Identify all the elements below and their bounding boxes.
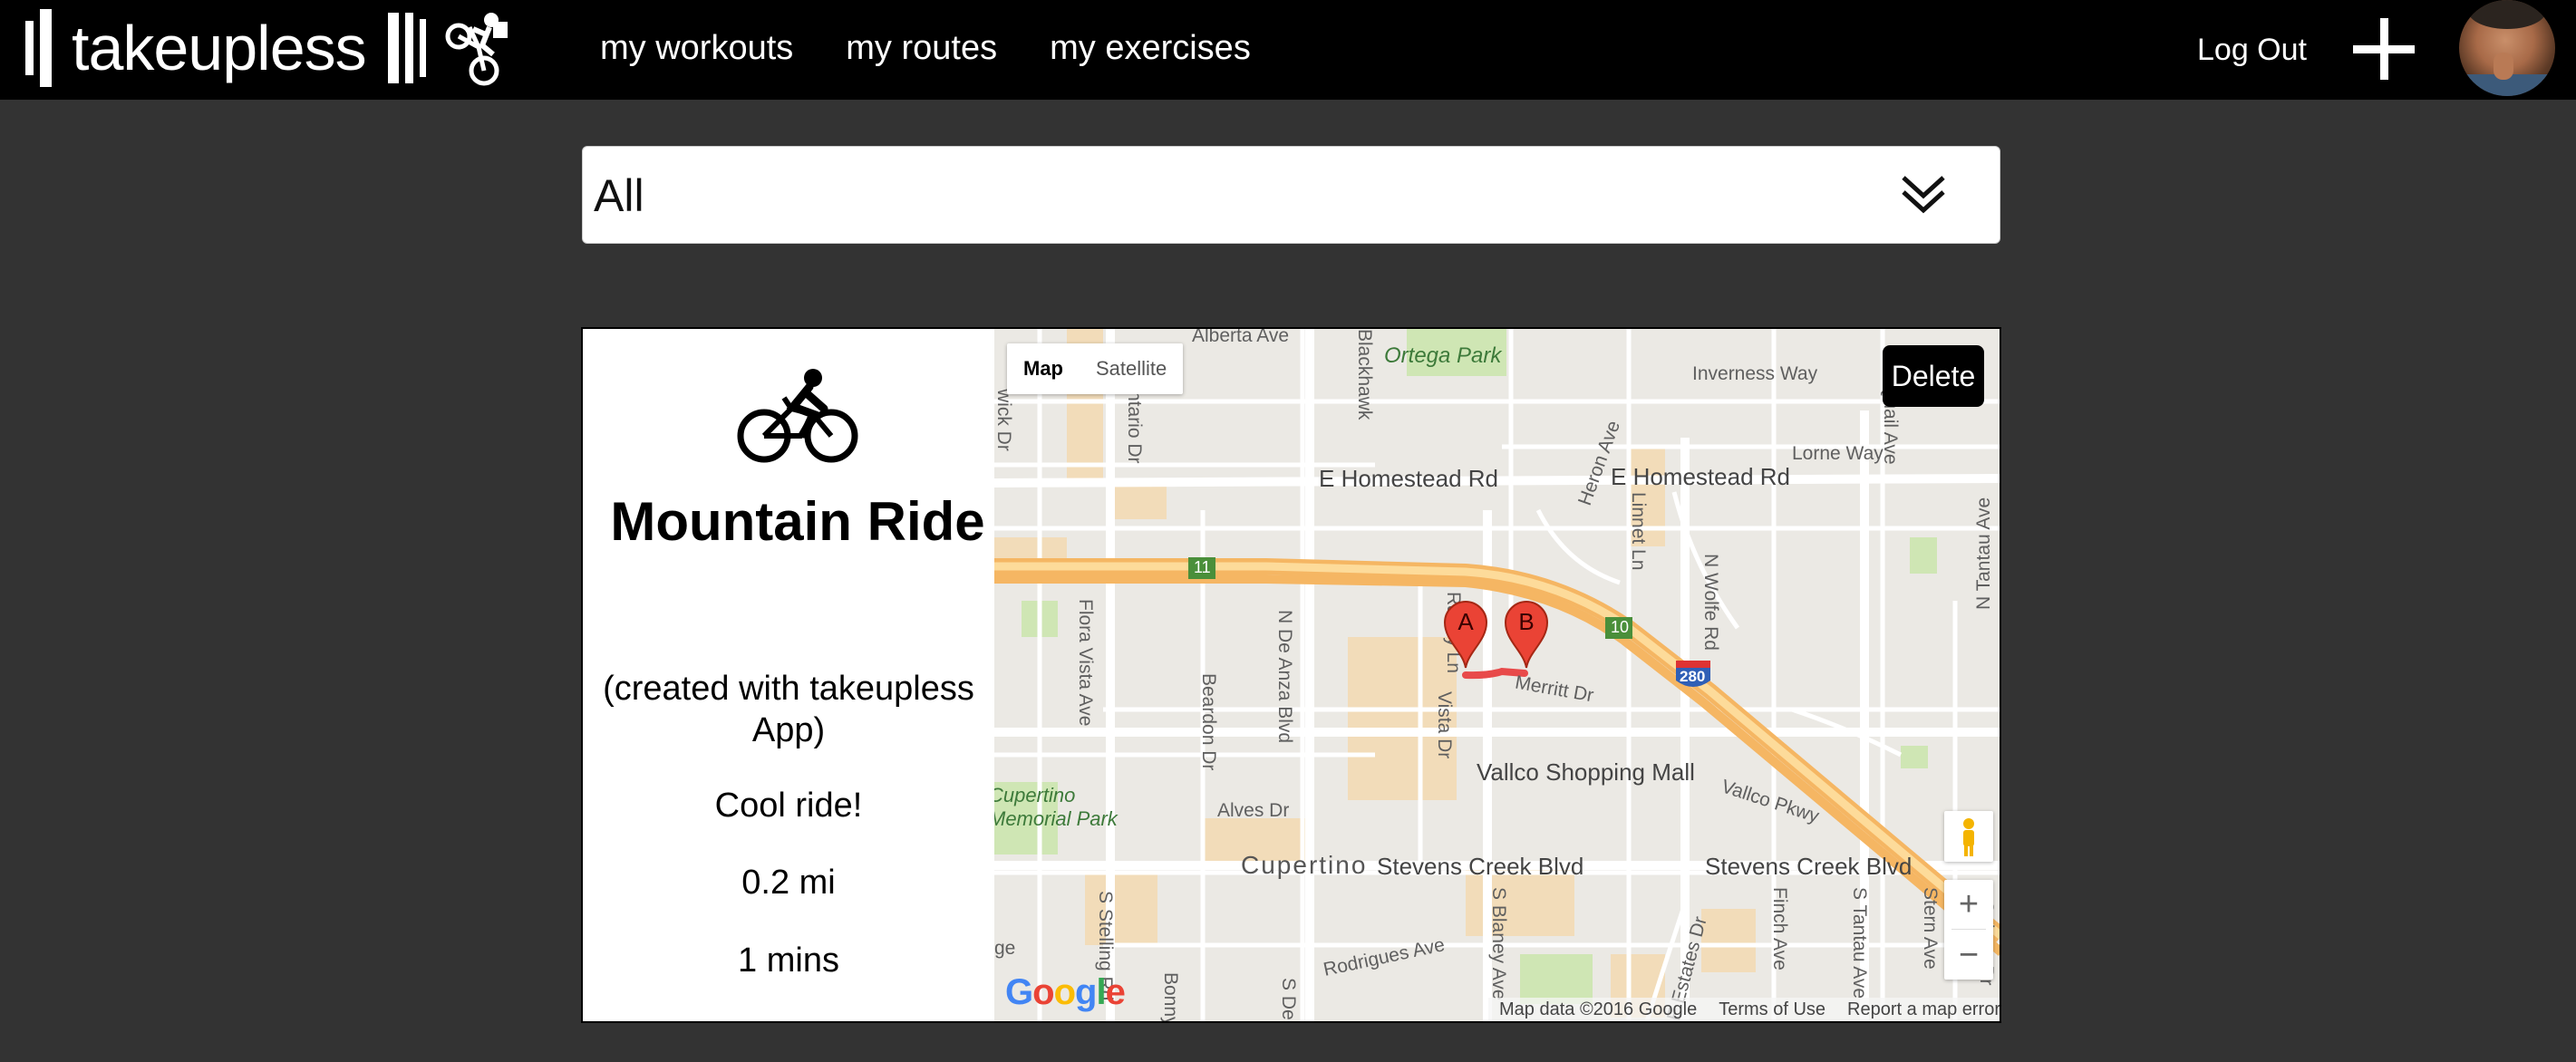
street-label: Finch Ave	[1769, 887, 1790, 970]
logout-link[interactable]: Log Out	[2197, 0, 2307, 100]
mall-label: Vallco Shopping Mall	[1477, 758, 1695, 786]
street-label: N Wolfe Rd	[1700, 554, 1721, 651]
street-label: Vista Dr	[1434, 691, 1455, 759]
map-attribution: Map data ©2016 Google Terms of Use Repor…	[1488, 998, 2000, 1021]
street-label: S Tantau Ave	[1849, 887, 1870, 999]
top-navbar: takeupless my workouts my routes my exer…	[0, 0, 2576, 100]
street-label: Stern Ave	[1920, 887, 1941, 970]
main-nav: my workouts my routes my exercises	[600, 0, 1251, 96]
highway-280-label: 280	[1680, 668, 1706, 685]
double-chevron-down-icon	[1902, 176, 1945, 214]
wheelie-bike-icon	[445, 13, 508, 86]
street-label: Alberta Ave	[1192, 329, 1290, 346]
nav-my-routes[interactable]: my routes	[846, 29, 997, 68]
marker-label: B	[1518, 608, 1535, 635]
street-label: Stevens Creek Blvd	[1377, 853, 1584, 880]
street-label: S Blaney Ave	[1488, 887, 1509, 1000]
workout-filter-select[interactable]: All	[582, 146, 2000, 244]
filter-selected-value: All	[594, 170, 644, 221]
logo-bars-right	[387, 13, 426, 83]
delete-workout-button[interactable]: Delete	[1883, 345, 1984, 407]
zoom-in-icon[interactable]: +	[1944, 880, 1993, 929]
street-label: ge	[994, 938, 1016, 959]
bicycle-icon	[737, 369, 858, 463]
workout-duration: 1 mins	[738, 941, 839, 980]
terms-of-use-link[interactable]: Terms of Use	[1719, 999, 1825, 1020]
route-start-marker[interactable]: A	[1443, 601, 1488, 670]
route-map[interactable]: 11 10 280 Alberta Ave Ortega Park Blackh…	[994, 329, 2000, 1021]
workout-note: Cool ride!	[714, 787, 863, 825]
street-label: ntario Dr	[1124, 391, 1145, 464]
brand-name: takeupless	[72, 13, 367, 83]
map-data-credit: Map data ©2016 Google	[1499, 999, 1698, 1019]
brand-logo[interactable]: takeupless	[25, 7, 511, 89]
street-label: Blackhawk	[1354, 329, 1375, 420]
workout-title: Mountain Ride	[610, 491, 985, 552]
street-label: Bonny	[1160, 972, 1181, 1021]
workout-info-panel: Mountain Ride (created with takeupless A…	[583, 329, 994, 1021]
zoom-out-icon[interactable]: −	[1944, 931, 1993, 980]
street-label: Alves Dr	[1217, 800, 1290, 821]
route-end-marker[interactable]: B	[1504, 601, 1549, 670]
user-avatar[interactable]	[2459, 0, 2555, 96]
workout-distance: 0.2 mi	[741, 864, 836, 902]
logo-bars-left	[25, 9, 52, 87]
street-label: wick Dr	[994, 389, 1014, 451]
park-label: Ortega Park	[1384, 343, 1502, 368]
street-label: Beardon Dr	[1198, 673, 1219, 771]
park-label: Cupertino Memorial Park	[994, 784, 1118, 830]
street-label: N Tantau Ave	[1973, 497, 1994, 610]
city-label: Cupertino	[1241, 851, 1368, 879]
street-label: Inverness Way	[1692, 363, 1818, 384]
street-label: Stevens Creek Blvd	[1705, 853, 1913, 880]
street-label: Linnet Ln	[1628, 492, 1649, 571]
workout-source: (created with takeupless App)	[603, 670, 974, 749]
street-label: E Homestead Rd	[1611, 463, 1790, 490]
add-workout-plus-icon[interactable]	[2353, 18, 2415, 80]
map-type-satellite-button[interactable]: Satellite	[1080, 343, 1183, 394]
workout-card: Mountain Ride (created with takeupless A…	[581, 327, 2001, 1023]
highway-11-label: 11	[1194, 558, 1211, 576]
zoom-control: + −	[1944, 880, 1993, 980]
nav-my-exercises[interactable]: my exercises	[1050, 29, 1251, 68]
street-label: Lorne Way	[1792, 443, 1884, 464]
street-view-pegman-icon[interactable]	[1944, 811, 1993, 862]
nav-my-workouts[interactable]: my workouts	[600, 29, 793, 68]
street-label: S De	[1278, 978, 1299, 1020]
street-label: N De Anza Blvd	[1274, 610, 1295, 744]
google-logo[interactable]: Google	[1005, 972, 1126, 1013]
street-label: E Homestead Rd	[1319, 465, 1498, 492]
highway-10-label: 10	[1611, 618, 1630, 636]
report-map-error-link[interactable]: Report a map error	[1847, 999, 2000, 1020]
marker-label: A	[1457, 608, 1474, 635]
map-type-map-button[interactable]: Map	[1007, 343, 1080, 394]
map-type-control: Map Satellite	[1007, 343, 1184, 394]
street-label: Flora Vista Ave	[1075, 599, 1096, 727]
